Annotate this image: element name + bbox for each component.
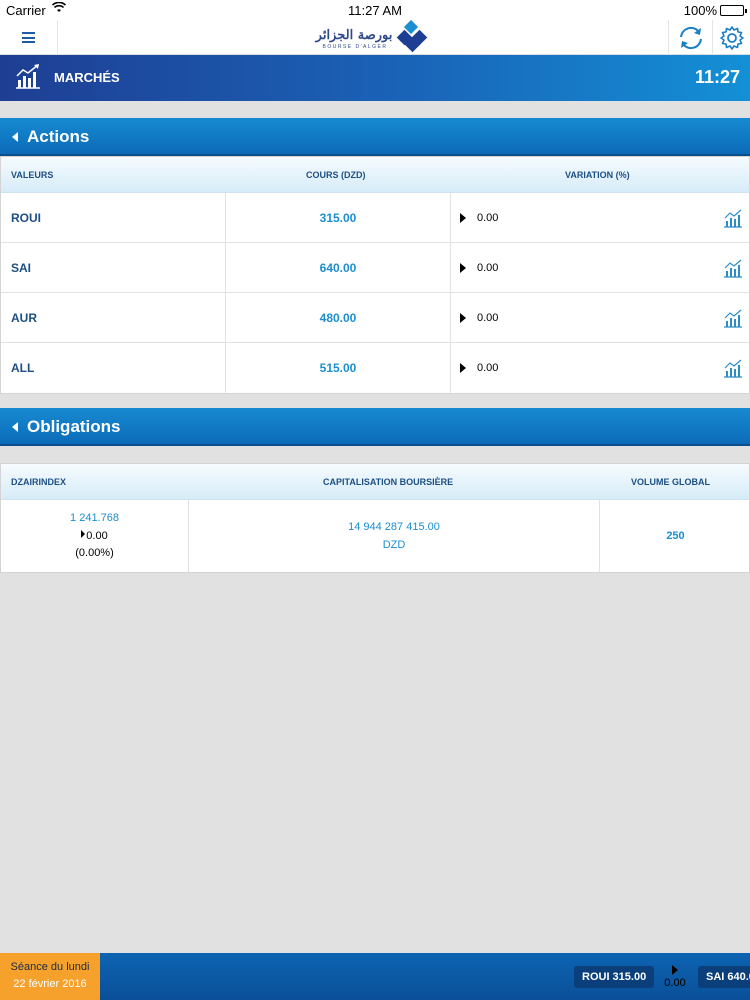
obligations-title: Obligations	[27, 417, 121, 436]
menu-icon	[22, 32, 35, 43]
logo-text: بورصة الجزائر	[315, 28, 393, 43]
chart-icon	[16, 64, 40, 89]
stock-chart-icon[interactable]	[723, 308, 743, 328]
stock-symbol: AUR	[11, 311, 37, 325]
column-header-capitalisation: CAPITALISATION BOURSIÈRE	[323, 477, 454, 487]
top-nav: بورصة الجزائر BOURSE D'ALGER	[0, 20, 750, 55]
obligations-section-header[interactable]: Obligations	[0, 408, 750, 446]
actions-table: VALEURS COURS (DZD) VARIATION (%) ROUI 3…	[0, 156, 750, 394]
table-row[interactable]: AUR 480.00 0.00	[1, 293, 749, 343]
ticker-bar: Séance du lundi 22 février 2016 ROUI 315…	[0, 953, 750, 1000]
session-date: Séance du lundi 22 février 2016	[0, 953, 100, 1000]
volume-value: 250	[666, 530, 685, 542]
gear-icon	[719, 25, 744, 50]
stock-chart-icon[interactable]	[723, 208, 743, 228]
column-header-valeurs: VALEURS	[11, 170, 54, 180]
collapse-caret-icon	[12, 422, 18, 432]
index-table-header: DZAIRINDEX CAPITALISATION BOURSIÈRE VOLU…	[1, 464, 749, 500]
stock-price: 515.00	[319, 361, 357, 375]
stock-variation: 0.00	[477, 312, 499, 324]
ticker-variation-value: 0.00	[664, 977, 686, 989]
index-variation-value: 0.00	[86, 530, 108, 542]
logo-subtitle: BOURSE D'ALGER	[322, 44, 388, 50]
refresh-icon	[679, 26, 702, 49]
ticker-item[interactable]: ROUI 315.00	[574, 966, 655, 988]
column-header-volume: VOLUME GLOBAL	[631, 477, 710, 487]
variation-arrow-icon	[460, 313, 466, 323]
markets-header: MARCHÉS 11:27	[0, 55, 750, 101]
actions-table-header: VALEURS COURS (DZD) VARIATION (%)	[1, 157, 749, 193]
variation-arrow-icon	[672, 965, 678, 975]
actions-section-header[interactable]: Actions	[0, 118, 750, 156]
settings-button[interactable]	[712, 20, 750, 55]
menu-button[interactable]	[0, 20, 58, 55]
market-clock: 11:27	[694, 67, 740, 87]
column-header-variation: VARIATION (%)	[565, 170, 630, 180]
actions-title: Actions	[27, 127, 90, 146]
variation-arrow-icon	[460, 213, 466, 223]
table-row[interactable]: SAI 640.00 0.00	[1, 243, 749, 293]
stock-variation: 0.00	[477, 212, 499, 224]
session-label: Séance du lundi	[10, 961, 90, 973]
table-row[interactable]: ALL 515.00 0.00	[1, 343, 749, 393]
index-percent: (0.00%)	[75, 547, 114, 559]
ticker-variation: 0.00	[655, 965, 695, 989]
stock-chart-icon[interactable]	[723, 358, 743, 378]
table-row[interactable]: ROUI 315.00 0.00	[1, 193, 749, 243]
stock-symbol: ROUI	[11, 211, 41, 225]
column-header-dzairindex: DZAIRINDEX	[11, 477, 67, 487]
bourse-logo: بورصة الجزائر BOURSE D'ALGER	[310, 14, 430, 54]
session-date-value: 22 février 2016	[13, 978, 87, 990]
variation-arrow-icon	[460, 263, 466, 273]
capitalisation-value: 14 944 287 415.00	[348, 521, 440, 533]
stock-chart-icon[interactable]	[723, 258, 743, 278]
stock-symbol: SAI	[11, 261, 32, 275]
stock-price: 480.00	[319, 311, 357, 325]
stock-variation: 0.00	[477, 362, 499, 374]
index-row: 1 241.768 0.00 (0.00%) 14 944 287 415.00…	[1, 500, 749, 572]
battery-percent: 100%	[683, 3, 717, 18]
index-value: 1 241.768	[70, 512, 119, 524]
stock-price: 640.00	[319, 261, 357, 275]
refresh-button[interactable]	[668, 20, 712, 55]
page-title: MARCHÉS	[54, 70, 120, 85]
index-table: DZAIRINDEX CAPITALISATION BOURSIÈRE VOLU…	[0, 463, 750, 573]
stock-variation: 0.00	[477, 262, 499, 274]
ticker-item[interactable]: SAI 640.0	[698, 966, 750, 988]
logo-diamond-icon	[396, 20, 428, 53]
stock-symbol: ALL	[11, 361, 35, 375]
variation-arrow-icon	[81, 530, 86, 538]
battery-icon	[720, 5, 747, 16]
index-variation: 0.00	[1, 530, 188, 542]
collapse-caret-icon	[12, 132, 18, 142]
variation-arrow-icon	[460, 363, 466, 373]
column-header-cours: COURS (DZD)	[306, 170, 366, 180]
stock-price: 315.00	[319, 211, 357, 225]
capitalisation-unit: DZD	[382, 539, 406, 551]
